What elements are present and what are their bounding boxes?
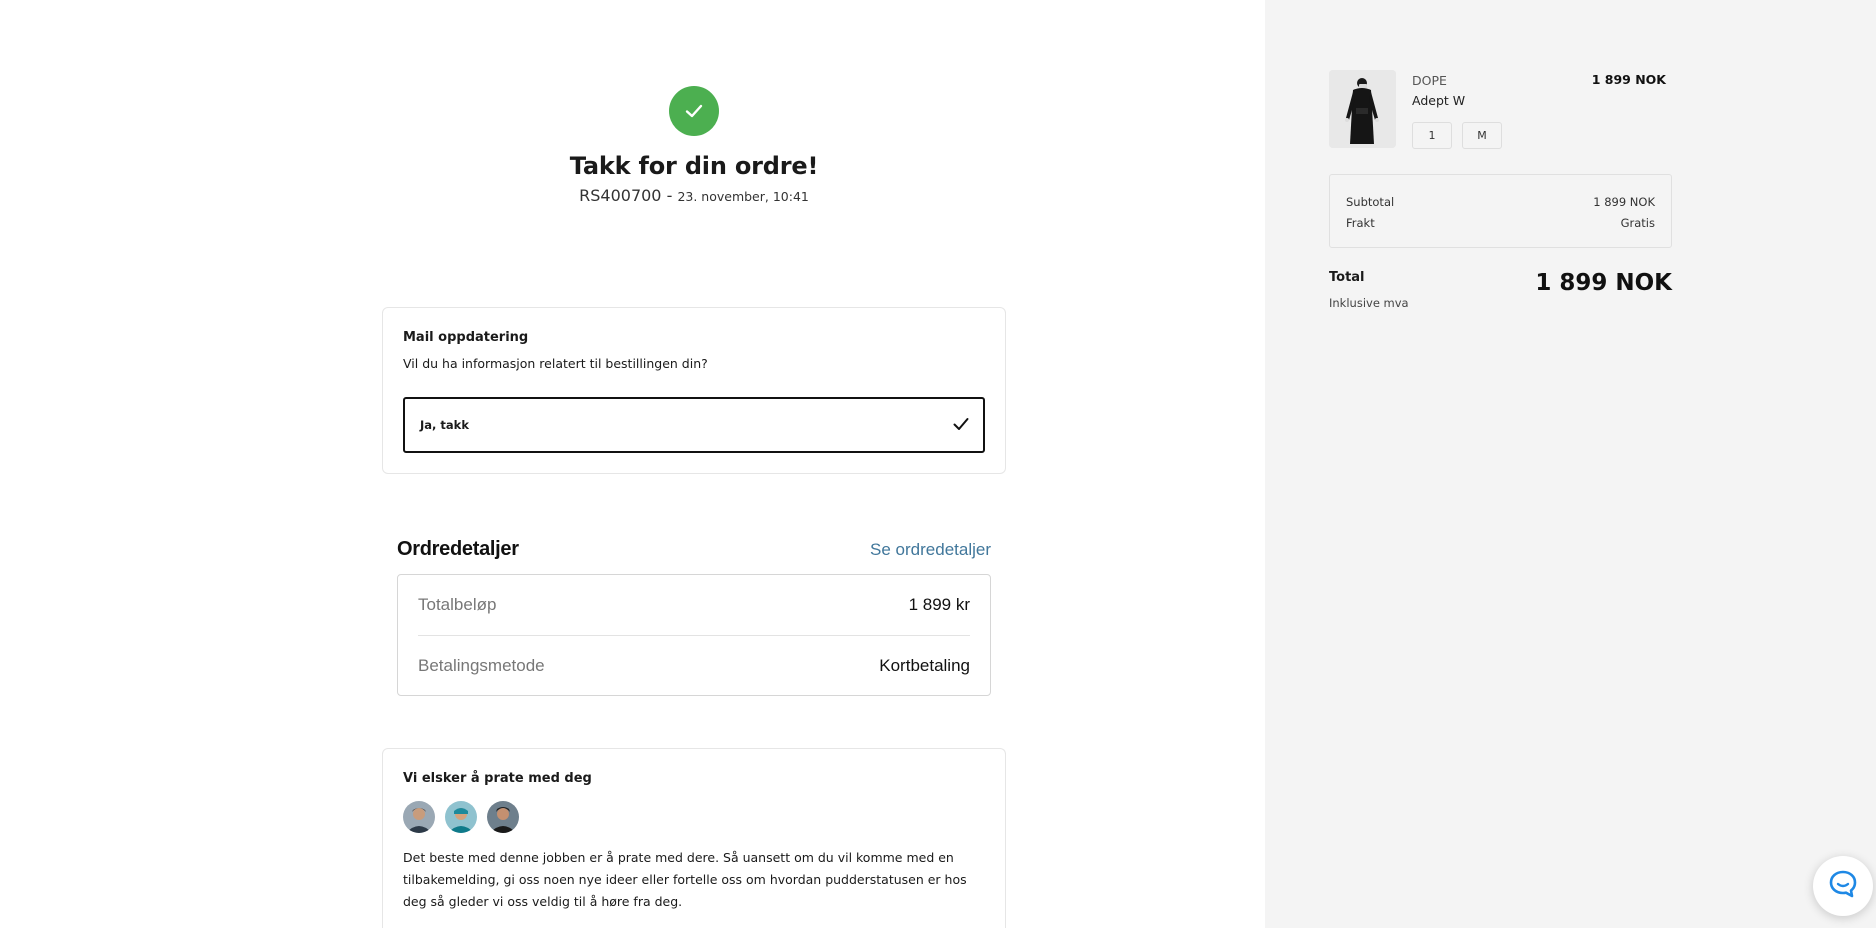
mail-opt-in-label: Ja, takk (420, 418, 469, 432)
chat-widget-button[interactable] (1813, 856, 1873, 916)
order-info: RS400700 - 23. november, 10:41 (382, 186, 1006, 205)
total-value: 1 899 NOK (1535, 270, 1672, 296)
avatar (403, 801, 435, 833)
order-detail-row: Betalingsmetode Kortbetaling (418, 635, 970, 695)
order-number: RS400700 - (579, 186, 673, 205)
chat-icon (1828, 869, 1858, 904)
order-summary-panel: DOPE Adept W 1 899 NOK 1 M Subtotal 1 89… (1265, 0, 1876, 928)
mail-update-title: Mail oppdatering (403, 330, 529, 345)
success-check-icon (669, 86, 719, 136)
view-order-details-link[interactable]: Se ordredetaljer (870, 540, 991, 560)
total-label: Total (1329, 270, 1365, 285)
vat-note: Inklusive mva (1329, 296, 1409, 310)
shipping-label: Frakt (1346, 215, 1375, 230)
mail-update-card: Mail oppdatering Vil du ha informasjon r… (382, 307, 1006, 474)
product-size: M (1462, 122, 1502, 149)
order-details-title: Ordredetaljer (397, 538, 519, 560)
total-amount-label: Totalbeløp (418, 595, 497, 614)
product-quantity: 1 (1412, 122, 1452, 149)
order-details-header: Ordredetaljer Se ordredetaljer (397, 538, 991, 561)
shipping-row: Frakt Gratis (1346, 212, 1655, 233)
shipping-value: Gratis (1620, 215, 1655, 230)
page-title: Takk for din ordre! (569, 152, 819, 180)
payment-method-label: Betalingsmetode (418, 655, 545, 675)
order-date: 23. november, 10:41 (677, 189, 809, 204)
order-details-box: Totalbeløp 1 899 kr Betalingsmetode Kort… (397, 574, 991, 696)
checkmark-icon (953, 417, 969, 434)
subtotal-row: Subtotal 1 899 NOK (1346, 191, 1655, 212)
subtotal-value: 1 899 NOK (1593, 194, 1655, 209)
chat-card: Vi elsker å prate med deg Det beste med … (382, 748, 1006, 928)
cost-breakdown: Subtotal 1 899 NOK Frakt Gratis (1329, 174, 1672, 248)
product-image (1329, 70, 1396, 148)
avatar (445, 801, 477, 833)
product-name: Adept W (1412, 93, 1466, 108)
product-brand: DOPE (1412, 73, 1447, 88)
avatar (487, 801, 519, 833)
main-panel: Takk for din ordre! RS400700 - 23. novem… (0, 0, 1265, 928)
product-price: 1 899 NOK (1591, 72, 1666, 87)
chat-card-text: Det beste med denne jobben er å prate me… (403, 850, 967, 909)
mail-update-question: Vil du ha informasjon relatert til besti… (403, 356, 708, 371)
chat-card-title: Vi elsker å prate med deg (403, 771, 592, 786)
total-amount-value: 1 899 kr (908, 595, 970, 614)
team-avatars (403, 801, 519, 833)
payment-method-value: Kortbetaling (879, 655, 970, 675)
mail-opt-in-option[interactable]: Ja, takk (403, 397, 985, 453)
order-detail-row: Totalbeløp 1 899 kr (418, 575, 970, 635)
subtotal-label: Subtotal (1346, 194, 1395, 209)
